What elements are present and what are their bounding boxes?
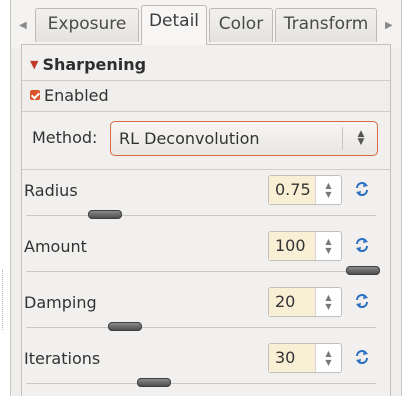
enabled-label[interactable]: Enabled	[44, 86, 109, 105]
reset-icon[interactable]	[354, 237, 370, 253]
divider	[22, 169, 390, 170]
reset-icon[interactable]	[354, 349, 370, 365]
adjuster-label: Iterations	[24, 349, 101, 368]
detail-tab-content: ▼ Sharpening Enabled Method: RL Deconvolu…	[21, 44, 391, 396]
iterations-spinbox[interactable]: 30 ▲ ▼	[268, 343, 342, 373]
adjuster-label: Amount	[24, 237, 87, 256]
tab-scroll-left-icon[interactable]: ◀	[19, 21, 27, 31]
reset-icon[interactable]	[354, 293, 370, 309]
adjuster-damping: Damping 20 ▲ ▼	[22, 285, 390, 341]
panel-resize-grip[interactable]	[2, 270, 5, 330]
amount-spinbox[interactable]: 100 ▲ ▼	[268, 231, 342, 261]
enabled-row: Enabled	[22, 80, 390, 112]
tab-detail[interactable]: Detail	[141, 5, 207, 45]
amount-slider-track[interactable]	[26, 271, 376, 272]
method-select[interactable]: RL Deconvolution ▲ ▼	[110, 121, 378, 156]
amount-value[interactable]: 100	[269, 232, 316, 260]
method-selected-value: RL Deconvolution	[119, 129, 260, 148]
adjuster-label: Damping	[24, 293, 97, 312]
damping-slider-track[interactable]	[26, 327, 376, 328]
tab-exposure[interactable]: Exposure	[35, 8, 139, 42]
spin-arrows-icon[interactable]: ▲ ▼	[315, 176, 341, 204]
enabled-checkbox[interactable]	[30, 90, 40, 100]
radius-slider-track[interactable]	[26, 215, 376, 216]
tab-color[interactable]: Color	[209, 8, 273, 42]
section-title: Sharpening	[42, 55, 147, 74]
adjuster-iterations: Iterations 30 ▲ ▼	[22, 341, 390, 397]
radius-spinbox[interactable]: 0.75 ▲ ▼	[268, 175, 342, 205]
tab-transform[interactable]: Transform	[275, 8, 377, 42]
adjuster-radius: Radius 0.75 ▲ ▼	[22, 173, 390, 229]
sharpening-section-header[interactable]: ▼ Sharpening	[30, 55, 146, 77]
spin-arrows-icon[interactable]: ▲ ▼	[315, 232, 341, 260]
damping-value[interactable]: 20	[269, 288, 316, 316]
tab-scroll-right-icon[interactable]: ▶	[385, 21, 393, 31]
chevron-updown-icon: ▲ ▼	[357, 129, 365, 147]
tool-panel: ◀ Exposure Detail Color Transform ▶ ▼ Sha…	[10, 0, 402, 396]
select-separator	[342, 127, 343, 150]
reset-icon[interactable]	[354, 181, 370, 197]
adjuster-amount: Amount 100 ▲ ▼	[22, 229, 390, 285]
adjuster-label: Radius	[24, 181, 78, 200]
spin-arrows-icon[interactable]: ▲ ▼	[315, 344, 341, 372]
damping-spinbox[interactable]: 20 ▲ ▼	[268, 287, 342, 317]
collapse-triangle-icon: ▼	[30, 58, 39, 71]
radius-value[interactable]: 0.75	[269, 176, 316, 204]
iterations-value[interactable]: 30	[269, 344, 316, 372]
iterations-slider-handle[interactable]	[136, 378, 171, 387]
tab-bar: ◀ Exposure Detail Color Transform ▶	[11, 0, 401, 48]
spin-arrows-icon[interactable]: ▲ ▼	[315, 288, 341, 316]
method-row: Method: RL Deconvolution ▲ ▼	[22, 113, 390, 165]
method-label: Method:	[32, 128, 98, 147]
iterations-slider-track[interactable]	[26, 383, 376, 384]
radius-slider-handle[interactable]	[88, 210, 123, 219]
damping-slider-handle[interactable]	[107, 322, 142, 331]
amount-slider-handle[interactable]	[346, 266, 380, 275]
